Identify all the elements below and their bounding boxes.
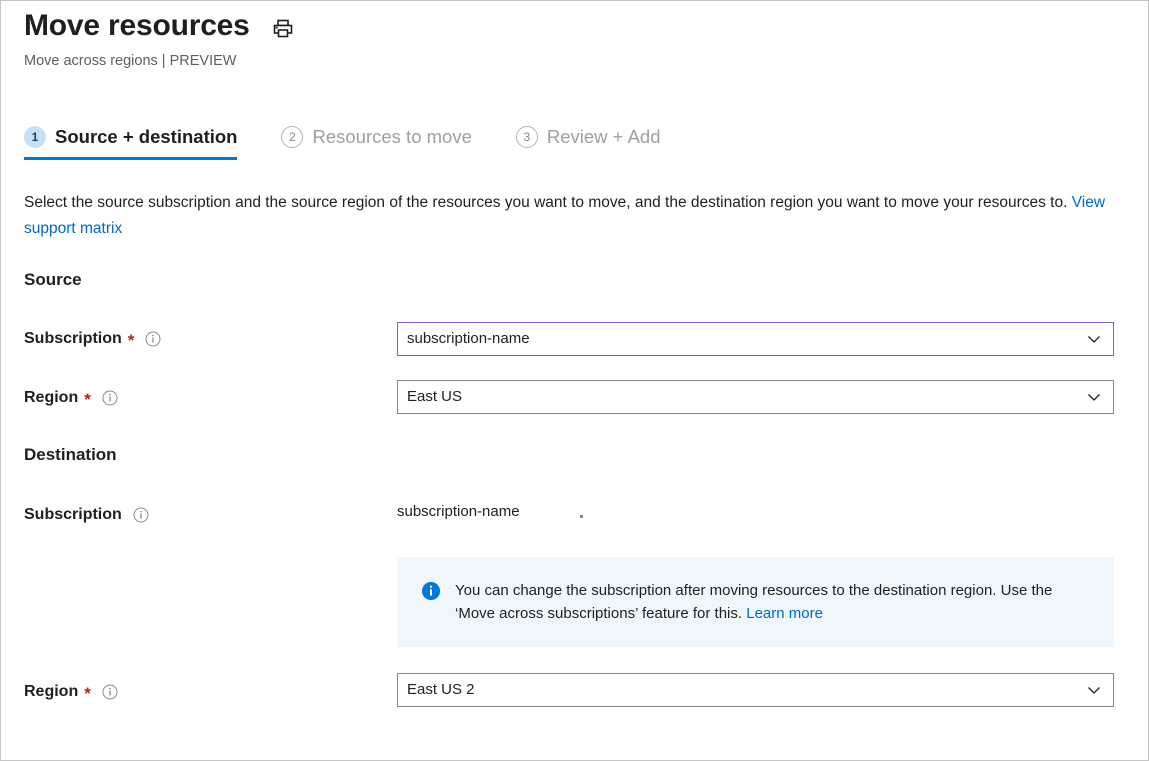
source-section-heading: Source — [24, 269, 82, 291]
destination-region-value: East US 2 — [407, 680, 1085, 700]
source-region-dropdown[interactable]: East US — [397, 380, 1114, 414]
printer-icon[interactable] — [272, 18, 294, 40]
tab-resources-to-move[interactable]: 2 Resources to move — [281, 126, 471, 160]
source-subscription-value: subscription-name — [407, 329, 1085, 349]
info-banner-text-wrap: You can change the subscription after mo… — [455, 579, 1094, 625]
page-description: Select the source subscription and the s… — [24, 190, 1109, 242]
destination-subscription-label: Subscription — [24, 504, 149, 526]
destination-region-required-marker: * — [84, 687, 91, 701]
source-region-required-marker: * — [84, 393, 91, 407]
info-icon[interactable] — [133, 507, 149, 523]
page-title: Move resources — [24, 6, 250, 46]
step-number-3: 3 — [516, 126, 538, 148]
learn-more-link[interactable]: Learn more — [746, 605, 823, 622]
step-number-2: 2 — [281, 126, 303, 148]
wizard-steps: 1 Source + destination 2 Resources to mo… — [24, 126, 705, 160]
destination-section-heading: Destination — [24, 444, 117, 466]
source-region-label: Region * — [24, 387, 118, 409]
destination-subscription-value: subscription-name — [397, 502, 520, 522]
destination-region-label-text: Region — [24, 681, 78, 703]
source-subscription-dropdown[interactable]: subscription-name — [397, 322, 1114, 356]
source-subscription-label-text: Subscription — [24, 328, 122, 350]
page-subtitle: Move across regions | PREVIEW — [24, 51, 1124, 71]
source-region-value: East US — [407, 387, 1085, 407]
source-subscription-required-marker: * — [128, 334, 135, 348]
chevron-down-icon — [1085, 330, 1103, 348]
destination-region-dropdown[interactable]: East US 2 — [397, 673, 1114, 707]
chevron-down-icon — [1085, 681, 1103, 699]
move-resources-page: Move resources Move across regions | PRE… — [0, 0, 1149, 761]
step-number-1: 1 — [24, 126, 46, 148]
info-icon[interactable] — [102, 390, 118, 406]
step-label-1: Source + destination — [55, 126, 237, 148]
step-label-3: Review + Add — [547, 126, 661, 148]
destination-subscription-info-banner: You can change the subscription after mo… — [397, 557, 1114, 647]
info-icon[interactable] — [145, 331, 161, 347]
destination-subscription-label-text: Subscription — [24, 504, 122, 526]
info-icon[interactable] — [102, 684, 118, 700]
description-text: Select the source subscription and the s… — [24, 194, 1067, 211]
title-row: Move resources — [24, 6, 1124, 46]
tab-review-add[interactable]: 3 Review + Add — [516, 126, 661, 160]
info-filled-icon — [421, 581, 441, 601]
tab-source-destination[interactable]: 1 Source + destination — [24, 126, 237, 160]
source-subscription-label: Subscription * — [24, 328, 161, 350]
destination-region-label: Region * — [24, 681, 118, 703]
source-region-label-text: Region — [24, 387, 78, 409]
text-artifact-dot — [580, 515, 583, 518]
page-header: Move resources Move across regions | PRE… — [24, 6, 1124, 71]
chevron-down-icon — [1085, 388, 1103, 406]
step-label-2: Resources to move — [312, 126, 471, 148]
